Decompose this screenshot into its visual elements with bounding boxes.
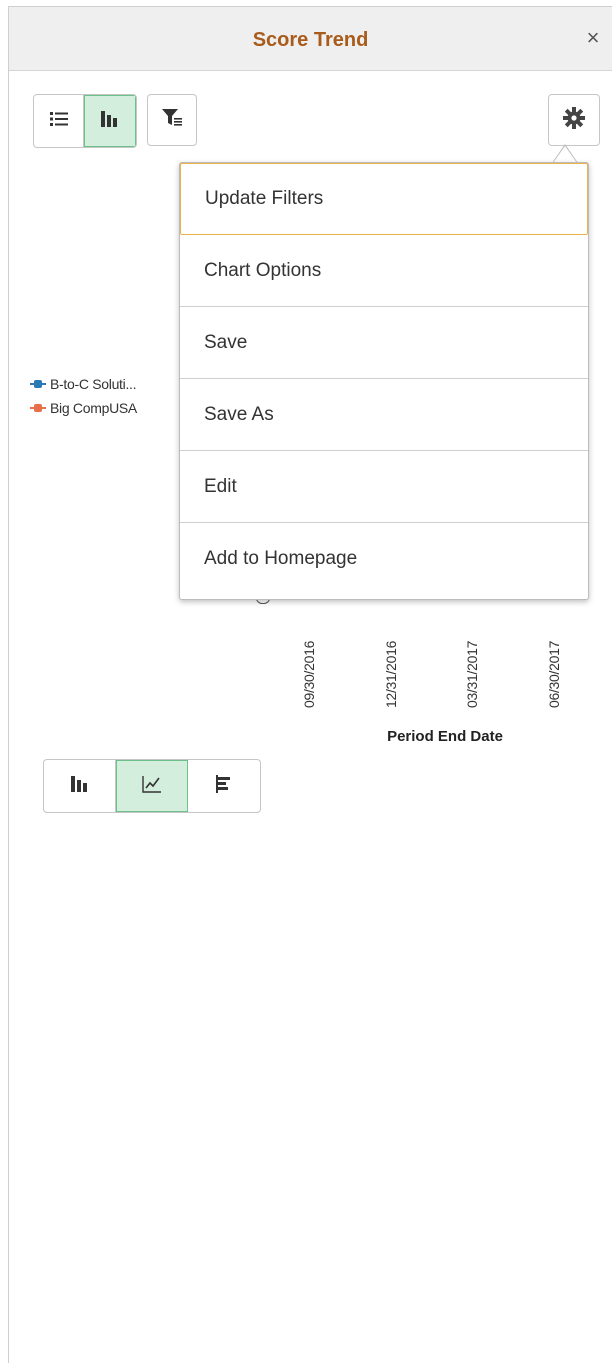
legend-label: Big CompUSA (50, 400, 137, 416)
menu-item-add-to-homepage[interactable]: Add to Homepage (180, 523, 588, 595)
x-axis-title: Period End Date (387, 728, 503, 745)
menu-item-edit[interactable]: Edit (180, 451, 588, 523)
view-toggle (33, 94, 137, 148)
bar-chart-button[interactable] (44, 760, 116, 812)
filter-button[interactable] (147, 94, 197, 146)
menu-item-save[interactable]: Save (180, 307, 588, 379)
menu-item-save-as[interactable]: Save As (180, 379, 588, 451)
chart-view-icon (101, 110, 119, 132)
legend-marker-icon (30, 380, 46, 388)
close-button[interactable]: × (582, 27, 604, 49)
line-chart-icon (142, 775, 162, 798)
page-title: Score Trend (252, 29, 369, 51)
axis-tick-fragment (256, 600, 272, 606)
actions-menu: Update Filters Chart Options Save Save A… (179, 162, 589, 600)
x-tick-label: 06/30/2017 (546, 640, 562, 708)
line-chart-button[interactable] (116, 760, 188, 812)
legend-marker-icon (30, 404, 46, 412)
chart-view-button[interactable] (84, 95, 136, 147)
panel-header: Score Trend × (9, 7, 612, 71)
legend-label: B-to-C Soluti... (50, 376, 137, 392)
chart-type-toggle (43, 759, 261, 813)
x-tick-label: 12/31/2016 (383, 640, 399, 708)
horizontal-bar-chart-button[interactable] (188, 760, 260, 812)
legend-item: Big CompUSA (30, 396, 137, 420)
filter-icon (162, 108, 182, 132)
x-tick-label: 09/30/2016 (301, 640, 317, 708)
bar-chart-icon (70, 775, 89, 797)
legend-item: B-to-C Soluti... (30, 372, 137, 396)
x-tick-label: 03/31/2017 (464, 640, 480, 708)
menu-item-chart-options[interactable]: Chart Options (180, 235, 588, 307)
list-view-icon (49, 111, 68, 132)
list-view-button[interactable] (34, 95, 84, 147)
menu-item-update-filters[interactable]: Update Filters (180, 163, 588, 235)
horizontal-bar-chart-icon (216, 774, 232, 798)
settings-button[interactable] (548, 94, 600, 146)
chart-legend: B-to-C Soluti... Big CompUSA (30, 372, 137, 420)
menu-caret-fill (553, 146, 577, 163)
gear-icon (563, 106, 585, 134)
